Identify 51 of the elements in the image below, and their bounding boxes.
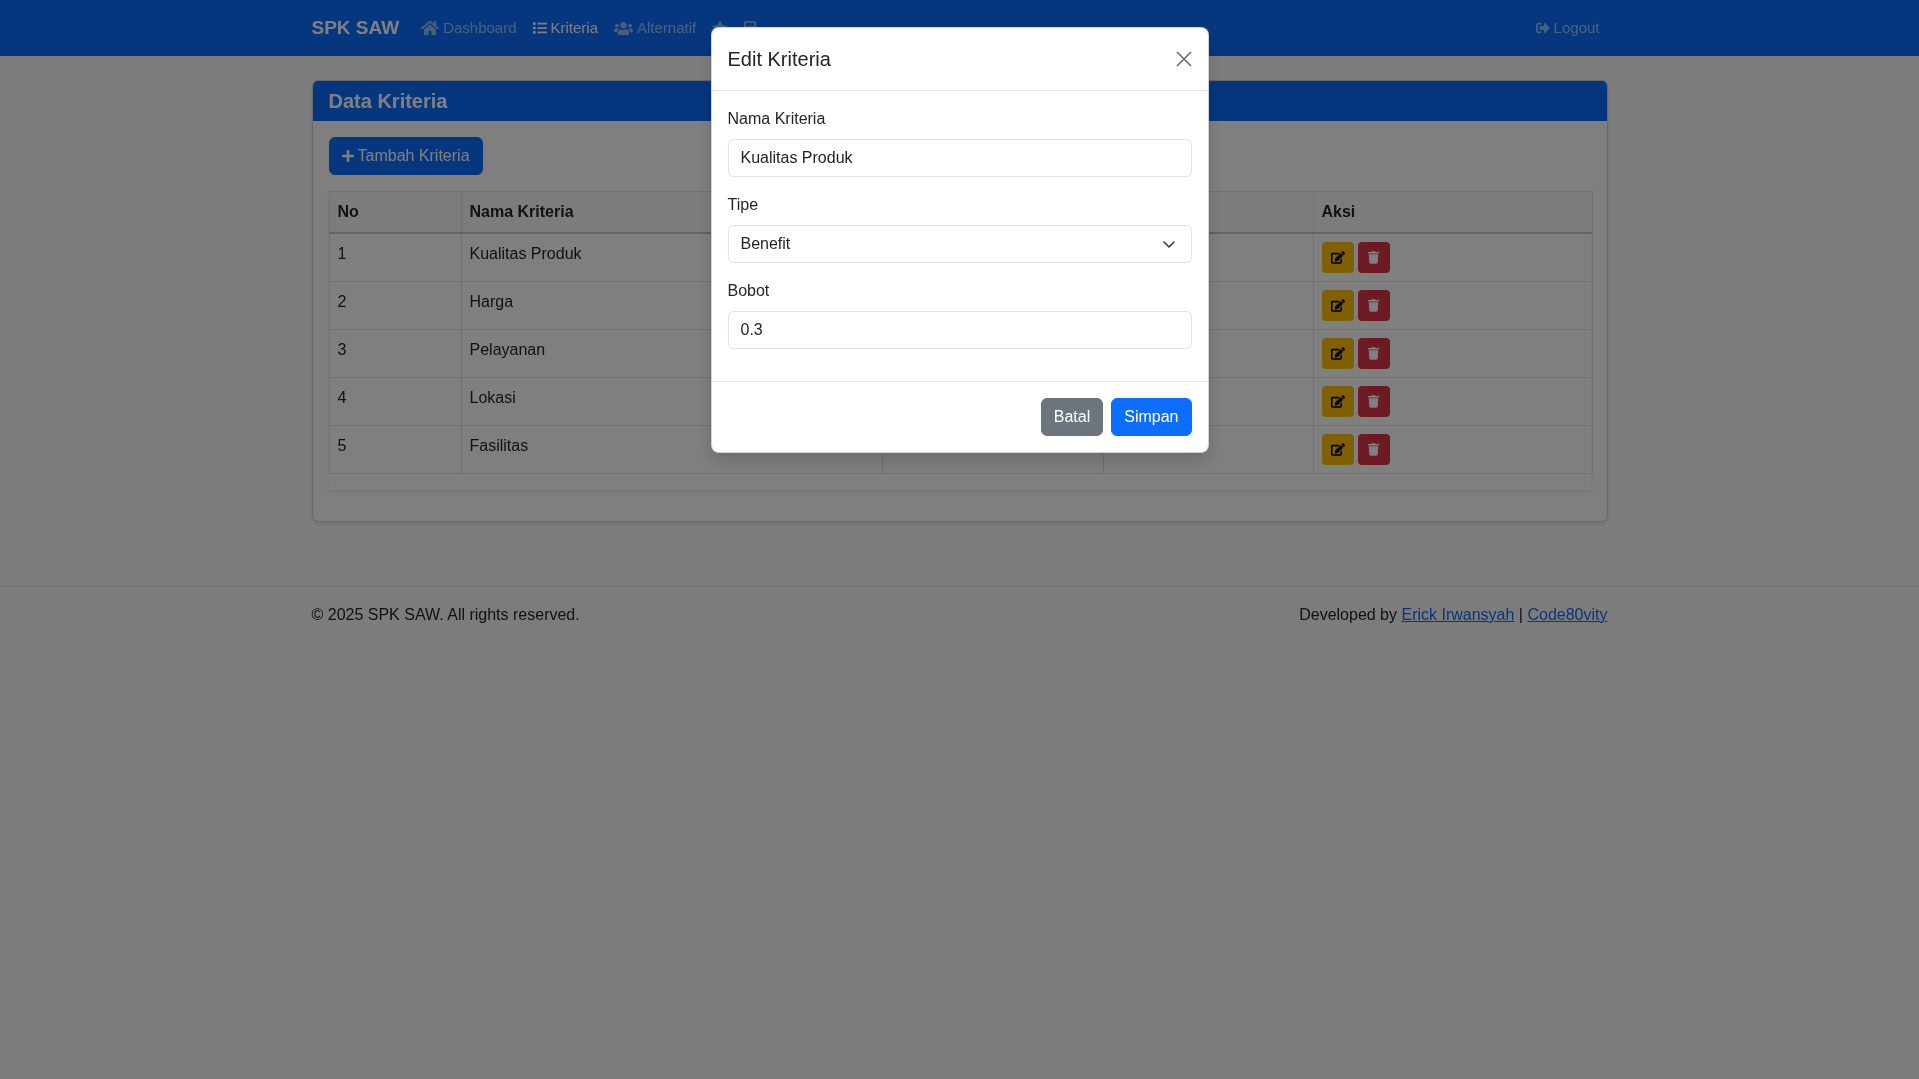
nav-link[interactable]: Dashboard <box>413 8 525 48</box>
field-label: Bobot <box>727 281 771 301</box>
brand-link[interactable]: SPK SAW <box>311 13 400 43</box>
text-input[interactable]: 0.3 <box>727 311 1192 349</box>
edit-icon <box>1330 347 1345 360</box>
edit-icon <box>1330 443 1345 456</box>
card-title: Data Kriteria <box>328 89 449 113</box>
modal-title: Edit Kriteria <box>727 47 831 72</box>
delete-button[interactable] <box>1357 290 1390 321</box>
edit-button[interactable] <box>1321 434 1354 465</box>
list-icon <box>532 21 547 35</box>
trash-icon <box>1368 299 1379 312</box>
edit-button[interactable] <box>1321 242 1354 273</box>
table-header-cell: Aksi <box>1313 191 1592 233</box>
credit-text: Developed by Erick Irwansyah | Code80vity <box>1299 605 1608 625</box>
close-icon <box>1175 51 1192 67</box>
copyright-text: © 2025 SPK SAW. All rights reserved. <box>311 605 580 625</box>
table-cell: 1 <box>329 233 461 282</box>
footer-link[interactable]: Erick Irwansyah <box>1401 606 1515 623</box>
field-label: Tipe <box>727 195 760 215</box>
text-input[interactable]: Kualitas Produk <box>727 139 1192 177</box>
trash-icon <box>1368 251 1379 264</box>
edit-button[interactable] <box>1321 338 1354 369</box>
delete-button[interactable] <box>1357 386 1390 417</box>
delete-button[interactable] <box>1357 338 1390 369</box>
table-cell: 4 <box>329 377 461 426</box>
table-header-cell: No <box>329 191 461 233</box>
edit-button[interactable] <box>1321 386 1354 417</box>
trash-icon <box>1368 347 1379 360</box>
field-label: Nama Kriteria <box>727 109 827 129</box>
chevron-down-icon <box>1162 240 1175 248</box>
cancel-button[interactable]: Batal <box>1040 398 1104 436</box>
footer-link[interactable]: Code80vity <box>1527 606 1608 623</box>
save-button[interactable]: Simpan <box>1111 398 1192 436</box>
edit-icon <box>1330 251 1345 264</box>
nav-link[interactable]: Kriteria <box>524 8 607 48</box>
edit-icon <box>1330 395 1345 408</box>
nav-link[interactable]: Alternatif <box>606 8 705 48</box>
table-cell: 5 <box>329 425 461 474</box>
trash-icon <box>1368 395 1379 408</box>
plus-icon <box>341 149 354 163</box>
delete-button[interactable] <box>1357 434 1390 465</box>
trash-icon <box>1368 443 1379 456</box>
add-button[interactable]: Tambah Kriteria <box>328 137 483 175</box>
delete-button[interactable] <box>1357 242 1390 273</box>
select-field[interactable]: Benefit <box>727 225 1192 263</box>
table-cell: 2 <box>329 281 461 330</box>
edit-icon <box>1330 299 1345 312</box>
table-cell: 3 <box>329 329 461 378</box>
logout-link[interactable]: Logout <box>1527 8 1608 48</box>
edit-button[interactable] <box>1321 290 1354 321</box>
